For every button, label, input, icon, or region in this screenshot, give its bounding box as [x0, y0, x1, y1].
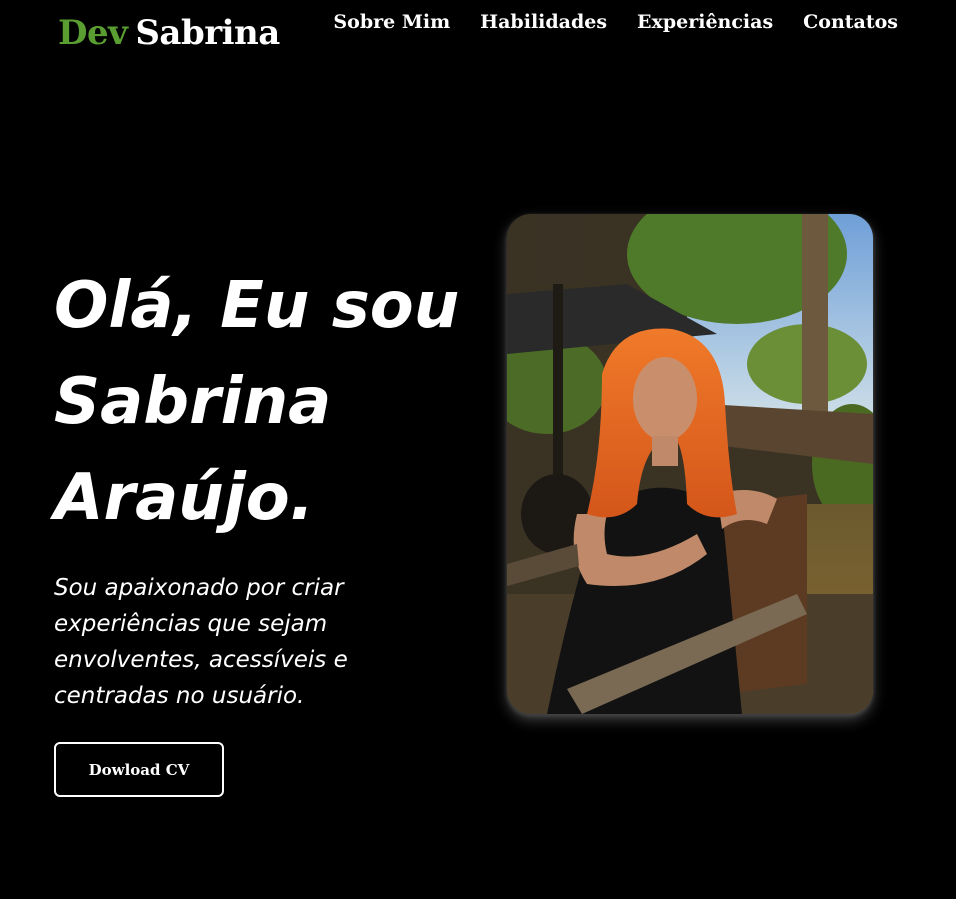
hero-subtitle: Sou apaixonado por criar experiências qu… — [54, 575, 348, 709]
logo[interactable]: Dev Sabrina — [58, 10, 280, 56]
nav-link-habilidades[interactable]: Habilidades — [480, 8, 607, 36]
main-nav: Sobre Mim Habilidades Experiências Conta… — [333, 8, 898, 36]
page: Dev Sabrina Sobre Mim Habilidades Experiê… — [0, 0, 956, 899]
logo-dev-text: Dev — [58, 13, 128, 53]
nav-link-experiencias[interactable]: Experiências — [637, 8, 773, 36]
logo-name-text: Sabrina — [135, 13, 280, 53]
hero-title: Olá, Eu sou Sabrina Araújo. — [54, 269, 460, 535]
nav-link-contatos[interactable]: Contatos — [803, 8, 898, 36]
download-cv-button[interactable]: Dowload CV — [54, 742, 224, 797]
nav-link-sobre-mim[interactable]: Sobre Mim — [333, 8, 450, 36]
profile-photo — [507, 214, 873, 714]
